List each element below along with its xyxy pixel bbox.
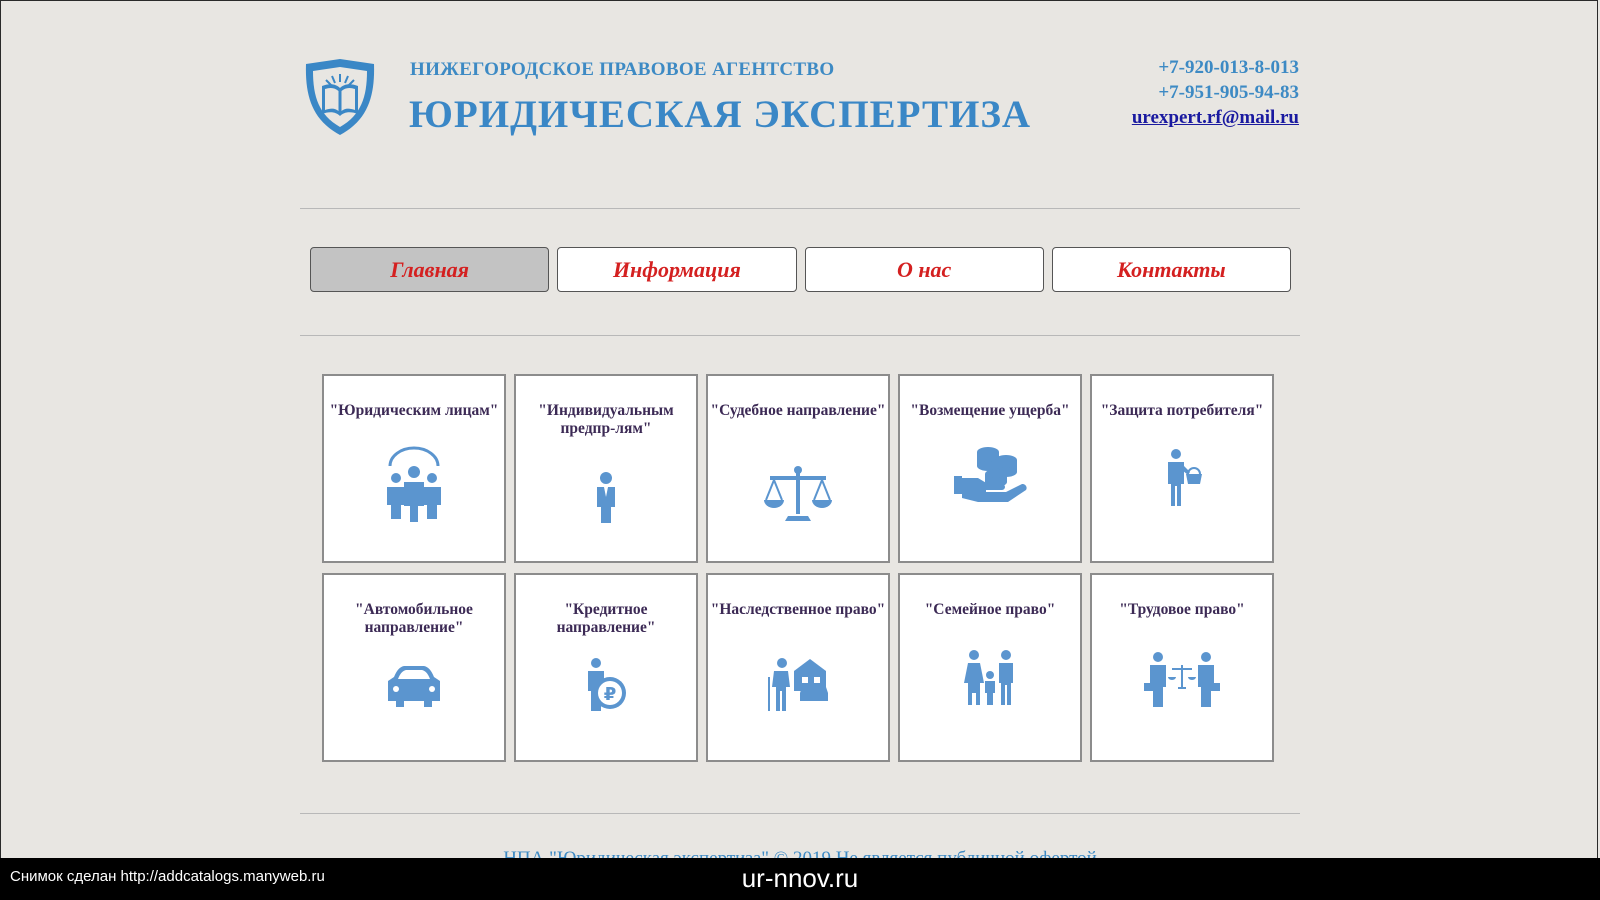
elder-house-icon <box>756 643 840 727</box>
tile-label: "Автомобильное направление" <box>355 601 473 636</box>
nav-about-button[interactable]: О нас <box>804 247 1044 292</box>
divider-middle <box>300 335 1300 336</box>
tile-label: "Семейное право" <box>924 601 1056 618</box>
phone-1[interactable]: +7-920-013-8-013 <box>1132 55 1299 80</box>
tile-label: "Кредитное направление" <box>556 601 656 636</box>
tile-label: "Индивидуальным предпр-лям" <box>538 402 674 437</box>
tile-legal-entities[interactable]: "Юридическим лицам" <box>322 374 506 563</box>
tile-consumer[interactable]: "Защита потребителя" <box>1090 374 1274 563</box>
group-people-icon <box>372 444 456 528</box>
site-title: ЮРИДИЧЕСКАЯ ЭКСПЕРТИЗА <box>409 93 1032 136</box>
shopper-basket-icon <box>1140 444 1224 528</box>
screenshot-caption-bar: Снимок сделан http://addcatalogs.manyweb… <box>0 858 1600 900</box>
site-subtitle: НИЖЕГОРОДСКОЕ ПРАВОВОЕ АГЕНТСТВО <box>410 59 835 80</box>
tile-inheritance[interactable]: "Наследственное право" <box>706 573 890 762</box>
car-icon <box>372 643 456 727</box>
family-icon <box>948 643 1032 727</box>
coins-hand-icon <box>948 444 1032 528</box>
main-nav: Главная Информация О нас Контакты <box>310 247 1291 293</box>
contacts-block: +7-920-013-8-013 +7-951-905-94-83 urexpe… <box>1132 55 1299 130</box>
businessman-icon <box>564 444 648 528</box>
nav-home-button[interactable]: Главная <box>310 247 550 292</box>
divider-bottom <box>300 813 1300 814</box>
tile-credit[interactable]: "Кредитное направление" ₽ <box>514 573 698 762</box>
tile-label: "Наследственное право" <box>710 601 886 618</box>
tile-label: "Возмещение ущерба" <box>910 402 1070 419</box>
email-link[interactable]: urexpert.rf@mail.ru <box>1132 105 1299 130</box>
tile-labor[interactable]: "Трудовое право" <box>1090 573 1274 762</box>
phone-2[interactable]: +7-951-905-94-83 <box>1132 80 1299 105</box>
tile-label: "Трудовое право" <box>1119 601 1245 618</box>
tile-label: "Судебное направление" <box>710 402 886 419</box>
labor-scales-icon <box>1140 643 1224 727</box>
tile-label: "Юридическим лицам" <box>329 402 499 419</box>
divider-top <box>300 208 1300 209</box>
site-domain: ur-nnov.ru <box>741 863 859 893</box>
nav-contacts-button[interactable]: Контакты <box>1051 247 1291 292</box>
nav-info-button[interactable]: Информация <box>557 247 797 292</box>
tile-family[interactable]: "Семейное право" <box>898 573 1082 762</box>
tile-entrepreneurs[interactable]: "Индивидуальным предпр-лям" <box>514 374 698 563</box>
svg-text:₽: ₽ <box>604 684 617 705</box>
tile-court[interactable]: "Судебное направление" <box>706 374 890 563</box>
services-grid: "Юридическим лицам" "Индивидуальным пред… <box>322 374 1274 762</box>
tile-automobile[interactable]: "Автомобильное направление" <box>322 573 506 762</box>
tile-damages[interactable]: "Возмещение ущерба" <box>898 374 1082 563</box>
scales-icon <box>756 444 840 528</box>
ruble-coin-person-icon: ₽ <box>564 643 648 727</box>
tile-label: "Защита потребителя" <box>1100 402 1264 419</box>
logo-shield-book-icon[interactable] <box>300 56 380 138</box>
